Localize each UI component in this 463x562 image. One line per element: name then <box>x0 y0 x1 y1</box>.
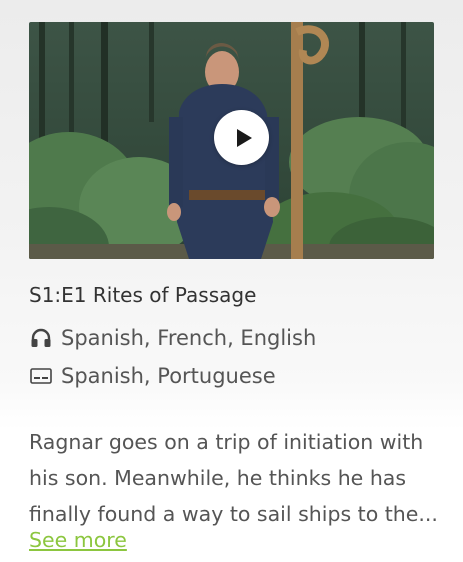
episode-description: Ragnar goes on a trip of initiation with… <box>29 424 459 532</box>
description-line: his son. Meanwhile, he thinks he has <box>29 466 407 490</box>
audio-languages: Spanish, French, English <box>61 326 317 350</box>
headphones-icon <box>29 326 53 350</box>
audio-languages-row: Spanish, French, English <box>29 325 316 351</box>
see-more-link[interactable]: See more <box>29 528 127 552</box>
play-icon <box>236 128 252 147</box>
subtitles-icon <box>29 364 53 388</box>
description-line: Ragnar goes on a trip of initiation with <box>29 430 424 454</box>
description-line: finally found a way to sail ships to the… <box>29 502 438 526</box>
episode-title: S1:E1 Rites of Passage <box>29 283 257 307</box>
subtitle-languages-row: Spanish, Portuguese <box>29 363 276 389</box>
episode-thumbnail[interactable] <box>29 22 434 259</box>
play-button[interactable] <box>214 110 269 165</box>
episode-card: S1:E1 Rites of Passage Spanish, French, … <box>0 0 463 562</box>
subtitle-languages: Spanish, Portuguese <box>61 364 276 388</box>
